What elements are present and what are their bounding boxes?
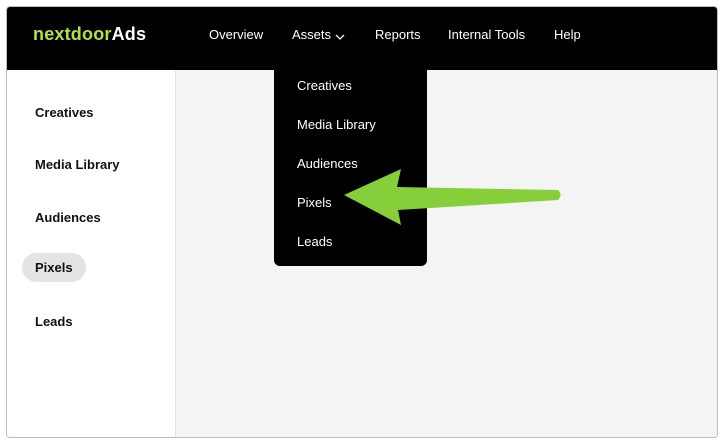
menu-item-pixels[interactable]: Pixels xyxy=(297,195,332,210)
nav-reports[interactable]: Reports xyxy=(375,27,421,42)
sidebar-item-leads[interactable]: Leads xyxy=(22,307,86,336)
nav-assets-label: Assets xyxy=(292,27,332,42)
nav-overview[interactable]: Overview xyxy=(209,27,263,42)
top-navigation-bar: nextdoorAds Overview Assets Reports Inte… xyxy=(7,7,717,70)
nav-internal-tools[interactable]: Internal Tools xyxy=(448,27,525,42)
sidebar-item-creatives[interactable]: Creatives xyxy=(22,98,107,127)
menu-item-leads[interactable]: Leads xyxy=(297,234,332,249)
nav-assets[interactable]: Assets xyxy=(292,27,345,43)
nextdoor-ads-logo[interactable]: nextdoorAds xyxy=(33,24,146,45)
menu-item-creatives[interactable]: Creatives xyxy=(297,78,352,93)
assets-sidebar: Creatives Media Library Audiences Pixels… xyxy=(7,70,175,437)
sidebar-item-pixels[interactable]: Pixels xyxy=(22,253,86,282)
chevron-down-icon xyxy=(335,28,345,43)
logo-wordmark: nextdoor xyxy=(33,24,112,44)
app-window: nextdoorAds Overview Assets Reports Inte… xyxy=(6,6,718,438)
assets-dropdown-menu: Creatives Media Library Audiences Pixels… xyxy=(274,66,427,266)
main-content-area xyxy=(175,70,717,437)
logo-ads-suffix: Ads xyxy=(111,24,147,44)
sidebar-item-media-library[interactable]: Media Library xyxy=(22,150,133,179)
menu-item-audiences[interactable]: Audiences xyxy=(297,156,358,171)
menu-item-media-library[interactable]: Media Library xyxy=(297,117,376,132)
sidebar-item-audiences[interactable]: Audiences xyxy=(22,203,114,232)
nav-help[interactable]: Help xyxy=(554,27,581,42)
